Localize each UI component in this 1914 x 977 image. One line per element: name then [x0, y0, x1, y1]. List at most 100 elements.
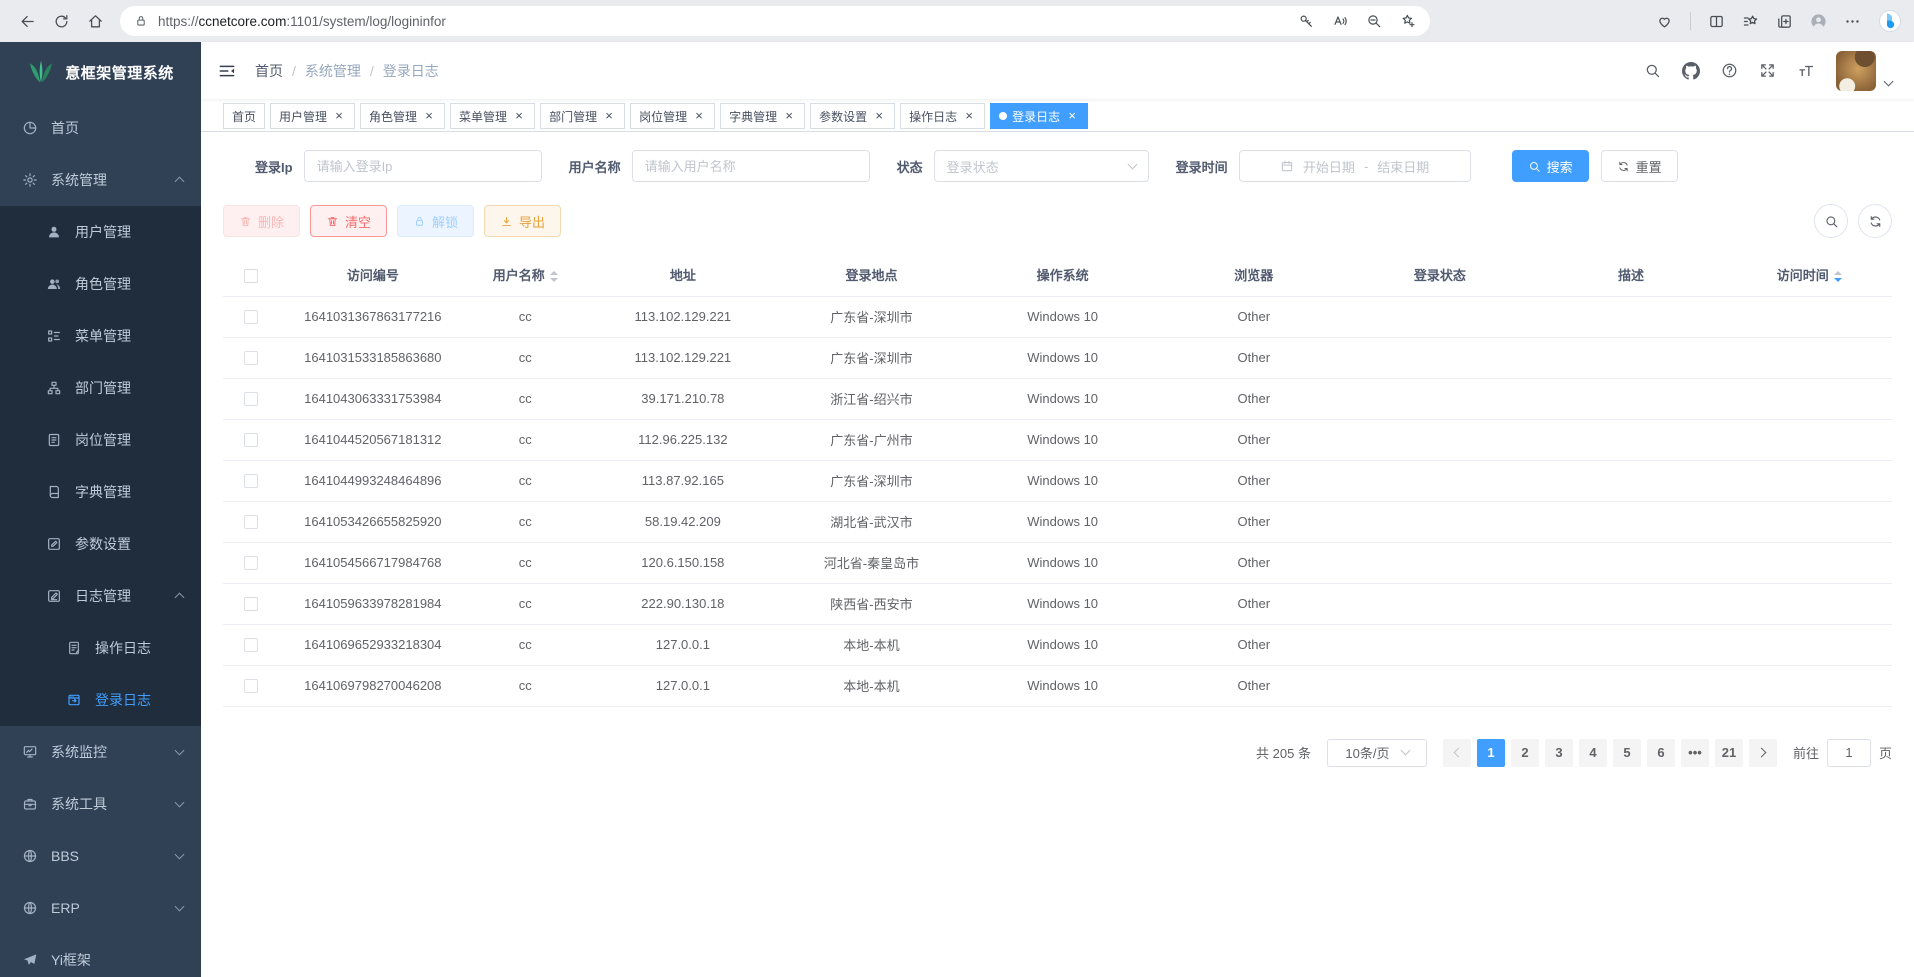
sidebar-item-yi[interactable]: Yi框架 [0, 934, 201, 977]
breadcrumb-item-home[interactable]: 首页 [255, 61, 283, 81]
profile-icon[interactable] [1810, 13, 1827, 30]
toggle-search-button[interactable] [1814, 204, 1848, 238]
sidebar-item-role[interactable]: 角色管理 [0, 258, 201, 310]
back-icon[interactable] [12, 6, 42, 36]
sidebar-item-erp[interactable]: ERP [0, 882, 201, 934]
row-checkbox[interactable] [244, 351, 258, 365]
copilot-icon[interactable] [1878, 9, 1902, 33]
row-checkbox[interactable] [244, 433, 258, 447]
page-button-3[interactable]: 3 [1545, 739, 1573, 767]
close-icon[interactable]: × [782, 109, 796, 123]
read-aloud-icon[interactable] [1332, 13, 1348, 29]
row-checkbox[interactable] [244, 679, 258, 693]
column-header-time[interactable]: 访问时间 [1727, 254, 1892, 296]
sidebar-toggle[interactable] [217, 61, 237, 81]
row-checkbox[interactable] [244, 597, 258, 611]
close-icon[interactable]: × [512, 109, 526, 123]
column-header-user[interactable]: 用户名称 [466, 254, 585, 296]
reset-button[interactable]: 重置 [1601, 150, 1678, 182]
row-checkbox[interactable] [244, 310, 258, 324]
close-icon[interactable]: × [692, 109, 706, 123]
refresh-icon[interactable] [46, 6, 76, 36]
home-icon[interactable] [80, 6, 110, 36]
help-icon[interactable] [1721, 62, 1738, 79]
row-checkbox[interactable] [244, 392, 258, 406]
select-all-checkbox[interactable] [244, 269, 258, 283]
sidebar-item-system[interactable]: 系统管理 [0, 154, 201, 206]
user-name-input[interactable] [632, 150, 870, 182]
row-checkbox[interactable] [244, 515, 258, 529]
favorites-icon[interactable] [1742, 13, 1759, 30]
page-button-5[interactable]: 5 [1613, 739, 1641, 767]
tab-loginlog[interactable]: 登录日志 × [990, 103, 1088, 129]
sidebar-item-operlog[interactable]: 操作日志 [0, 622, 201, 674]
page-size-select[interactable]: 10条/页 [1327, 739, 1427, 767]
total-count: 共 205 条 [1256, 743, 1311, 762]
tab-param[interactable]: 参数设置 × [810, 103, 895, 129]
clear-button[interactable]: 清空 [310, 205, 387, 237]
more-icon[interactable] [1844, 13, 1861, 30]
close-icon[interactable]: × [1065, 109, 1079, 123]
favorite-add-icon[interactable] [1400, 13, 1416, 29]
sidebar-item-tool[interactable]: 系统工具 [0, 778, 201, 830]
sidebar-item-log[interactable]: 日志管理 [0, 570, 201, 622]
sidebar-item-param[interactable]: 参数设置 [0, 518, 201, 570]
sidebar-item-dict[interactable]: 字典管理 [0, 466, 201, 518]
more-pages-button[interactable]: ••• [1681, 739, 1709, 767]
sidebar-item-user[interactable]: 用户管理 [0, 206, 201, 258]
tab-dict[interactable]: 字典管理 × [720, 103, 805, 129]
tab-post[interactable]: 岗位管理 × [630, 103, 715, 129]
close-icon[interactable]: × [602, 109, 616, 123]
goto-input[interactable] [1827, 739, 1871, 767]
sidebar-item-monitor[interactable]: 系统监控 [0, 726, 201, 778]
sidebar-item-loginlog[interactable]: 登录日志 [0, 674, 201, 726]
avatar[interactable] [1836, 51, 1876, 91]
split-screen-icon[interactable] [1708, 13, 1725, 30]
unlock-button[interactable]: 解锁 [397, 205, 474, 237]
page-button-2[interactable]: 2 [1511, 739, 1539, 767]
status-select[interactable]: 登录状态 [934, 150, 1149, 182]
sidebar-item-dept[interactable]: 部门管理 [0, 362, 201, 414]
delete-button[interactable]: 删除 [223, 205, 300, 237]
zoom-out-icon[interactable] [1366, 13, 1382, 29]
next-page-button[interactable] [1749, 739, 1777, 767]
close-icon[interactable]: × [962, 109, 976, 123]
search-icon[interactable] [1644, 62, 1661, 79]
row-checkbox[interactable] [244, 474, 258, 488]
address-bar[interactable]: https://ccnetcore.com:1101/system/log/lo… [120, 6, 1430, 36]
close-icon[interactable]: × [422, 109, 436, 123]
date-range-picker[interactable]: 开始日期 - 结束日期 [1239, 150, 1471, 182]
search-button[interactable]: 搜索 [1512, 150, 1589, 182]
sidebar-item-bbs[interactable]: BBS [0, 830, 201, 882]
tab-user[interactable]: 用户管理 × [270, 103, 355, 129]
collections-icon[interactable] [1776, 13, 1793, 30]
cell-location: 广东省-深圳市 [781, 296, 962, 337]
row-checkbox[interactable] [244, 556, 258, 570]
page-button-1[interactable]: 1 [1477, 739, 1505, 767]
tab-dept[interactable]: 部门管理 × [540, 103, 625, 129]
tab-home[interactable]: 首页 [223, 103, 265, 129]
prev-page-button[interactable] [1443, 739, 1471, 767]
font-size-icon[interactable] [1797, 62, 1815, 80]
tab-role[interactable]: 角色管理 × [360, 103, 445, 129]
fullscreen-icon[interactable] [1759, 62, 1776, 79]
refresh-table-button[interactable] [1858, 204, 1892, 238]
sidebar-item-menu[interactable]: 菜单管理 [0, 310, 201, 362]
tab-menu[interactable]: 菜单管理 × [450, 103, 535, 129]
close-icon[interactable]: × [872, 109, 886, 123]
sidebar-item-post[interactable]: 岗位管理 [0, 414, 201, 466]
browser-essentials-icon[interactable] [1656, 13, 1673, 30]
close-icon[interactable]: × [332, 109, 346, 123]
login-ip-input[interactable] [304, 150, 542, 182]
page-button-21[interactable]: 21 [1715, 739, 1743, 767]
breadcrumb-item-system[interactable]: 系统管理 [305, 61, 361, 81]
github-icon[interactable] [1682, 62, 1700, 80]
row-checkbox[interactable] [244, 638, 258, 652]
export-button[interactable]: 导出 [484, 205, 561, 237]
sidebar-item-home[interactable]: 首页 [0, 102, 201, 154]
page-button-4[interactable]: 4 [1579, 739, 1607, 767]
page-button-6[interactable]: 6 [1647, 739, 1675, 767]
cell-id: 1641044520567181312 [280, 419, 466, 460]
key-icon[interactable] [1298, 13, 1314, 29]
tab-operlog[interactable]: 操作日志 × [900, 103, 985, 129]
